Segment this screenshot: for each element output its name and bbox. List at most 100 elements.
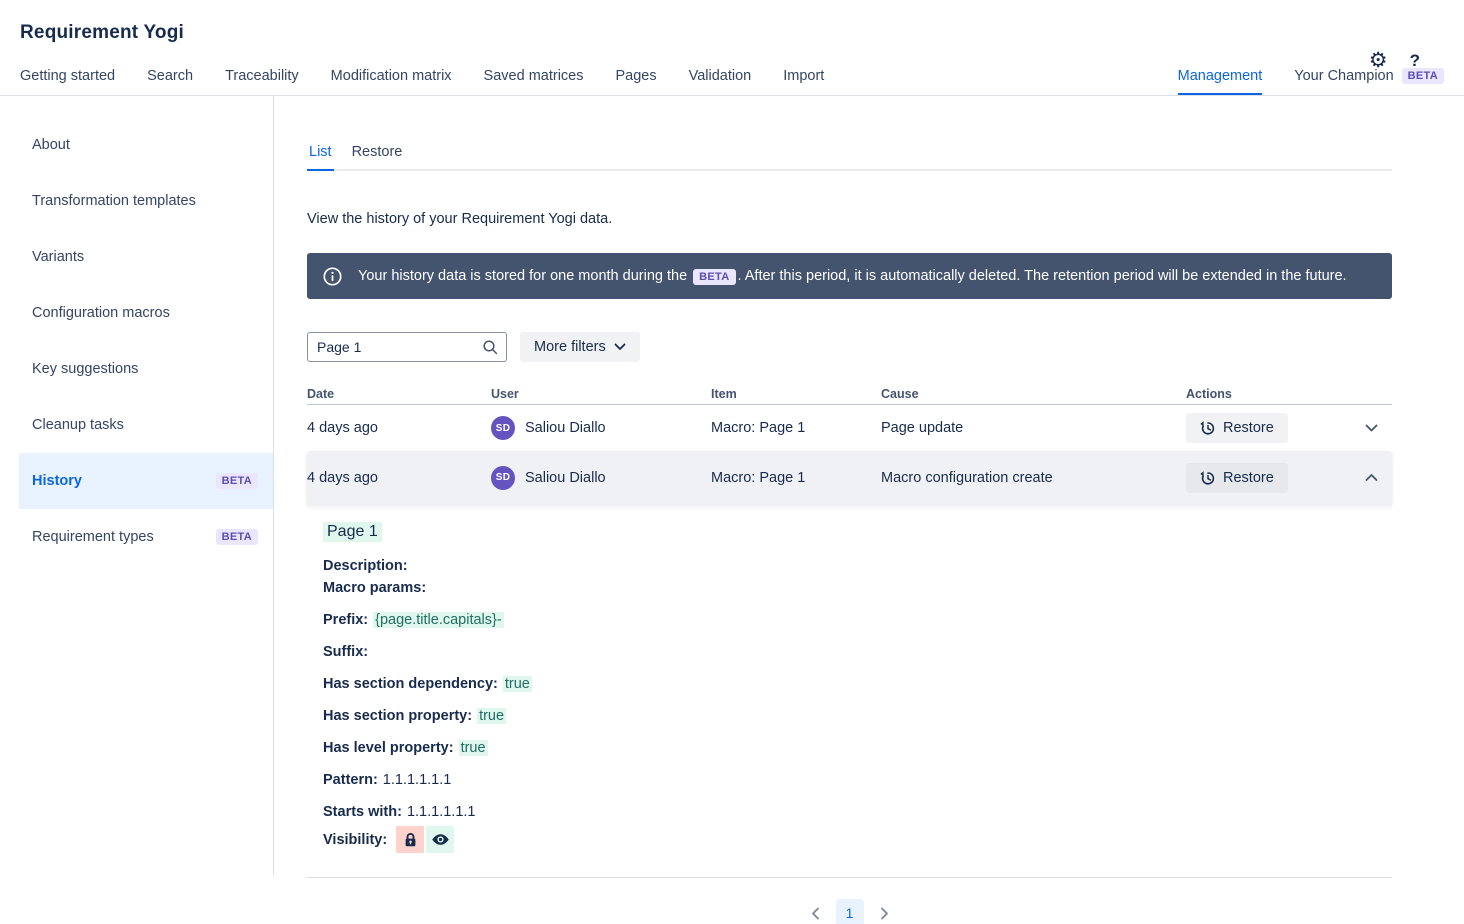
sidebar-item-requirement-types[interactable]: Requirement types BETA — [19, 509, 273, 565]
row-date: 4 days ago — [307, 469, 378, 486]
page-title: Requirement Yogi — [20, 22, 185, 43]
expanded-detail-panel: Page 1 Description: Macro params: Prefix… — [307, 504, 1392, 878]
field-label: Starts with: — [323, 804, 402, 820]
eye-icon — [426, 826, 455, 853]
expand-row-button[interactable] — [1365, 424, 1378, 433]
field-value-highlighted: true — [477, 708, 507, 724]
nav-traceability[interactable]: Traceability — [225, 68, 299, 95]
detail-field-prefix: Prefix: {page.title.capitals}- — [323, 612, 1392, 628]
row-cause: Macro configuration create — [881, 469, 1053, 486]
sidebar-item-about[interactable]: About — [19, 117, 273, 173]
sidebar-item-key-suggestions[interactable]: Key suggestions — [19, 341, 273, 397]
nav-modification-matrix[interactable]: Modification matrix — [331, 68, 452, 95]
detail-field-suffix: Suffix: — [323, 644, 1392, 660]
body-row: About Transformation templates Variants … — [0, 96, 1464, 924]
row-item: Macro: Page 1 — [711, 469, 806, 486]
lock-icon — [396, 826, 425, 853]
previous-page-button[interactable] — [811, 907, 820, 920]
nav-search[interactable]: Search — [147, 68, 193, 95]
detail-field-has-section-property: Has section property: true — [323, 708, 1392, 724]
row-cause: Page update — [881, 420, 964, 436]
sidebar-item-history[interactable]: History BETA — [19, 453, 273, 509]
sidebar-item-cleanup-tasks[interactable]: Cleanup tasks — [19, 397, 273, 453]
nav-pages[interactable]: Pages — [615, 68, 656, 95]
detail-field-macro-params: Macro params: — [323, 580, 1392, 596]
restore-button-label: Restore — [1223, 469, 1274, 486]
info-icon — [323, 266, 342, 286]
restore-icon — [1200, 470, 1215, 485]
visibility-icons — [396, 826, 455, 853]
row-user: SD Saliou Diallo — [491, 416, 711, 440]
help-icon[interactable]: ? — [1410, 51, 1420, 71]
nav-your-champion[interactable]: Your Champion BETA — [1294, 68, 1444, 95]
settings-gear-icon[interactable]: ⚙ — [1369, 50, 1388, 71]
top-navigation-left: Getting started Search Traceability Modi… — [20, 68, 824, 95]
sidebar-item-transformation-templates[interactable]: Transformation templates — [19, 173, 273, 229]
collapse-row-button[interactable] — [1365, 473, 1378, 482]
sidebar-item-label: Cleanup tasks — [32, 417, 124, 433]
more-filters-label: More filters — [534, 339, 606, 355]
info-banner: Your history data is stored for one mont… — [307, 253, 1392, 299]
nav-import[interactable]: Import — [783, 68, 824, 95]
beta-badge: BETA — [693, 269, 736, 285]
field-value: 1.1.1.1.1.1 — [406, 804, 476, 820]
table-row-expanded[interactable]: 4 days ago SD Saliou Diallo Macro: Page … — [307, 451, 1392, 504]
app-header: Requirement Yogi ⚙ ? — [0, 0, 1464, 71]
row-user-name: Saliou Diallo — [525, 420, 606, 436]
restore-icon — [1200, 421, 1215, 435]
row-item: Macro: Page 1 — [711, 420, 806, 436]
table-row[interactable]: 4 days ago SD Saliou Diallo Macro: Page … — [307, 405, 1392, 451]
chevron-down-icon — [1365, 424, 1378, 431]
detail-field-has-section-dependency: Has section dependency: true — [323, 676, 1392, 692]
field-label: Macro params: — [323, 580, 427, 596]
sidebar-item-label: Variants — [32, 249, 85, 265]
sidebar-item-label: Key suggestions — [32, 361, 139, 377]
search-wrap — [307, 332, 507, 362]
beta-badge: BETA — [215, 473, 258, 489]
detail-field-has-level-property: Has level property: true — [323, 740, 1392, 756]
nav-getting-started[interactable]: Getting started — [20, 68, 115, 95]
nav-management[interactable]: Management — [1177, 68, 1263, 95]
table-header: Date User Item Cause Actions — [307, 383, 1392, 405]
sidebar-item-variants[interactable]: Variants — [19, 229, 273, 285]
field-label: Visibility: — [323, 831, 388, 848]
sidebar-item-label: Requirement types — [32, 529, 154, 545]
header-icons: ⚙ ? — [1369, 50, 1420, 71]
chevron-up-icon — [1365, 474, 1378, 481]
banner-text-before: Your history data is stored for one mont… — [358, 268, 688, 284]
nav-saved-matrices[interactable]: Saved matrices — [484, 68, 584, 95]
restore-button[interactable]: Restore — [1186, 462, 1288, 493]
restore-button[interactable]: Restore — [1186, 413, 1288, 443]
main-content: List Restore View the history of your Re… — [274, 96, 1464, 924]
search-input[interactable] — [307, 332, 507, 362]
column-header-item: Item — [711, 386, 737, 401]
field-value-highlighted: true — [458, 740, 488, 756]
tab-restore[interactable]: Restore — [350, 144, 405, 169]
sidebar-item-label: Configuration macros — [32, 305, 170, 321]
page-number-current[interactable]: 1 — [835, 899, 864, 924]
banner-text-after: . After this period, it is automatically… — [737, 268, 1347, 284]
tab-list[interactable]: List — [307, 144, 334, 171]
next-page-button[interactable] — [880, 907, 889, 920]
avatar: SD — [491, 416, 515, 440]
detail-field-starts-with: Starts with: 1.1.1.1.1.1 — [323, 804, 1392, 820]
sidebar-item-label: About — [32, 137, 70, 153]
chevron-left-icon — [811, 907, 819, 919]
detail-field-description: Description: — [323, 558, 1392, 574]
field-value-highlighted: {page.title.capitals}- — [373, 612, 504, 628]
history-tabs: List Restore — [307, 144, 1392, 171]
nav-validation[interactable]: Validation — [689, 68, 752, 95]
chevron-down-icon — [614, 343, 626, 350]
history-table: Date User Item Cause Actions 4 days ago … — [307, 383, 1392, 878]
sidebar-item-configuration-macros[interactable]: Configuration macros — [19, 285, 273, 341]
row-date: 4 days ago — [307, 420, 378, 436]
row-user: SD Saliou Diallo — [491, 465, 711, 490]
restore-button-label: Restore — [1223, 420, 1274, 436]
field-label: Prefix: — [323, 612, 369, 628]
requirement-yogi-admin-page: Requirement Yogi ⚙ ? Getting started Sea… — [0, 0, 1464, 924]
more-filters-button[interactable]: More filters — [520, 332, 640, 362]
column-header-cause: Cause — [881, 386, 919, 401]
field-label: Has level property: — [323, 740, 454, 756]
field-label: Description: — [323, 558, 408, 574]
column-header-date: Date — [307, 386, 335, 401]
